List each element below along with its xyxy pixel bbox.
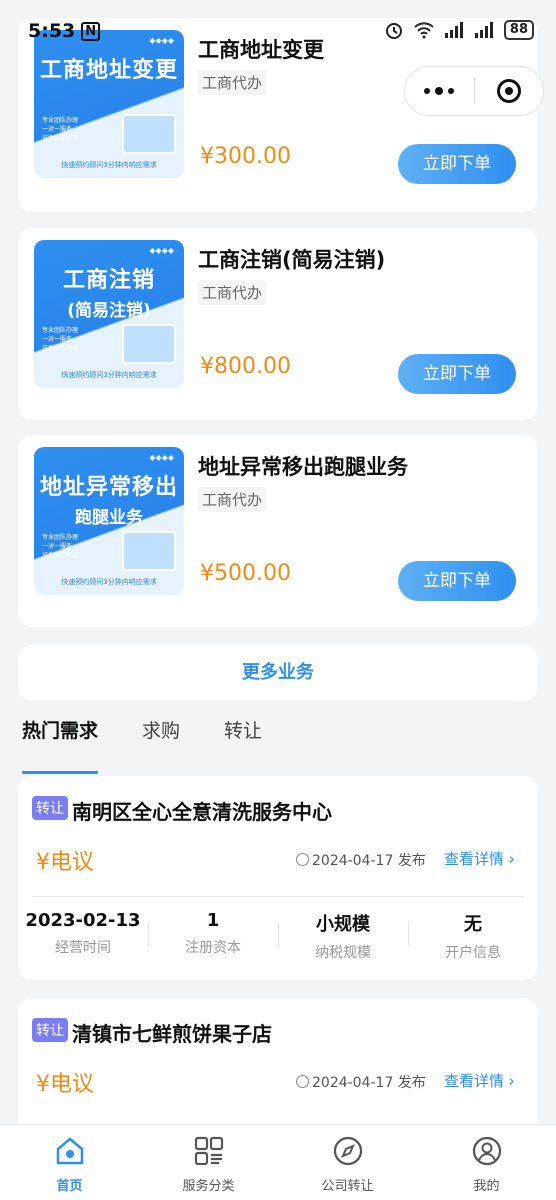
product-price: ¥300.00 [200,144,291,169]
publish-date: 2024-04-17 发布 [296,850,426,870]
signal-icon [444,22,463,38]
nav-service-category[interactable]: 服务分类 [139,1125,278,1200]
thumb-bullets: 专业团队办理 一对一服务 证件真实可查 [42,534,79,559]
listing-price: ¥电议 [36,850,94,875]
thumb-subheadline: 跑腿业务 [75,508,143,528]
demand-tabs: 热门需求 求购 转让 [22,716,262,774]
more-menu-icon[interactable] [405,86,474,95]
thumb-illustration [122,531,176,571]
publish-date-text: 2024-04-17 发布 [312,853,426,869]
stat-tax-scale: 小规模 纳税规模 [278,910,408,962]
stat-operating-time: 2023-02-13 经营时间 [25,910,141,956]
clock-icon [296,1075,309,1088]
tab-hot-demand[interactable]: 热门需求 [22,716,99,774]
stat-registered-capital: 1 注册资本 [148,910,278,962]
close-miniprogram-icon[interactable] [475,79,544,103]
publish-date: 2024-04-17 发布 [296,1072,426,1092]
product-card[interactable]: ◆◆◆◆ 工商注销 (简易注销) 专业团队办理 一对一服务 证件真实可查 快速预约顾… [18,228,538,420]
view-detail-link[interactable]: 查看详情 › [444,1070,515,1091]
thumb-bullets: 专业团队办理 一对一服务 证件真实可查 [42,117,79,142]
status-icons: 88 [384,20,534,40]
thumb-brand-logo: ◆◆◆◆ [149,246,174,255]
product-tag: 工商代办 [198,70,267,95]
transfer-badge: 转让 [32,1018,68,1042]
product-price: ¥500.00 [200,561,291,586]
thumb-headline: 地址异常移出 [39,475,178,500]
nav-mine[interactable]: 我的 [417,1125,556,1200]
divider [32,896,524,897]
order-button[interactable]: 立即下单 [398,144,516,184]
thumb-subheadline: (简易注销) [67,301,151,321]
status-bar: 5:53 N 88 [0,0,556,56]
nav-company-transfer[interactable]: 公司转让 [278,1125,417,1200]
thumb-headline: 工商地址变更 [39,58,178,83]
listing-name: 清镇市七鲜煎饼果子店 [72,1022,272,1046]
tab-purchase[interactable]: 求购 [142,716,180,760]
nav-home[interactable]: 首页 [0,1125,139,1200]
order-button[interactable]: 立即下单 [398,561,516,601]
thumb-footer: 快速预约顾问3分钟内响应需求 [61,578,157,586]
product-title: 地址异常移出跑腿业务 [198,455,408,479]
clock-icon [296,853,309,866]
compass-icon [333,1136,362,1166]
product-card[interactable]: ◆◆◆◆ 地址异常移出 跑腿业务 专业团队办理 一对一服务 证件真实可查 快速预约顾… [18,435,538,627]
publish-date-text: 2024-04-17 发布 [312,1075,426,1091]
wifi-icon [414,22,434,39]
thumb-bullets: 专业团队办理 一对一服务 证件真实可查 [42,327,79,352]
nav-label: 首页 [56,1179,83,1194]
product-tag: 工商代办 [198,487,267,512]
signal-icon-2 [474,22,493,38]
transfer-badge: 转让 [32,796,68,820]
product-tag: 工商代办 [198,280,267,305]
thumb-illustration [122,324,176,364]
order-button[interactable]: 立即下单 [398,354,516,394]
nav-label: 我的 [473,1179,500,1194]
battery-icon: 88 [503,20,534,40]
bottom-nav: 首页 服务分类 公司转让 我的 [0,1124,556,1200]
user-icon [472,1136,501,1166]
tab-transfer[interactable]: 转让 [224,716,262,760]
more-services-button[interactable]: 更多业务 [18,645,538,701]
thumb-headline: 工商注销 [62,268,155,293]
nfc-icon: N [81,22,101,41]
product-thumbnail: ◆◆◆◆ 地址异常移出 跑腿业务 专业团队办理 一对一服务 证件真实可查 快速预约顾… [34,447,184,595]
stat-account-info: 无开户信息 [408,910,538,962]
thumb-footer: 快速预约顾问3分钟内响应需求 [61,371,157,379]
category-icon [194,1136,223,1166]
thumb-illustration [122,114,176,154]
status-time: 5:53 N [28,20,101,42]
listing-price: ¥电议 [36,1072,94,1097]
listing-name: 南明区全心全意清洗服务中心 [72,800,332,824]
miniprogram-capsule [404,66,544,116]
thumb-brand-logo: ◆◆◆◆ [149,453,174,462]
view-detail-link[interactable]: 查看详情 › [444,848,515,869]
nav-label: 服务分类 [182,1179,235,1194]
clock-time: 5:53 [28,20,76,42]
home-icon [56,1137,83,1165]
nav-label: 公司转让 [321,1179,374,1194]
thumb-footer: 快速预约顾问3分钟内响应需求 [61,161,157,169]
alarm-icon [385,23,402,39]
product-title: 工商注销(简易注销) [198,248,386,272]
listing-card[interactable]: 转让 南明区全心全意清洗服务中心 ¥电议 2024-04-17 发布 查看详情 … [18,776,538,980]
product-price: ¥800.00 [200,354,291,379]
product-thumbnail: ◆◆◆◆ 工商注销 (简易注销) 专业团队办理 一对一服务 证件真实可查 快速预约顾… [34,240,184,388]
listing-stats: 2023-02-13 经营时间 1 注册资本 小规模 纳税规模 无开户信息 [18,910,538,962]
